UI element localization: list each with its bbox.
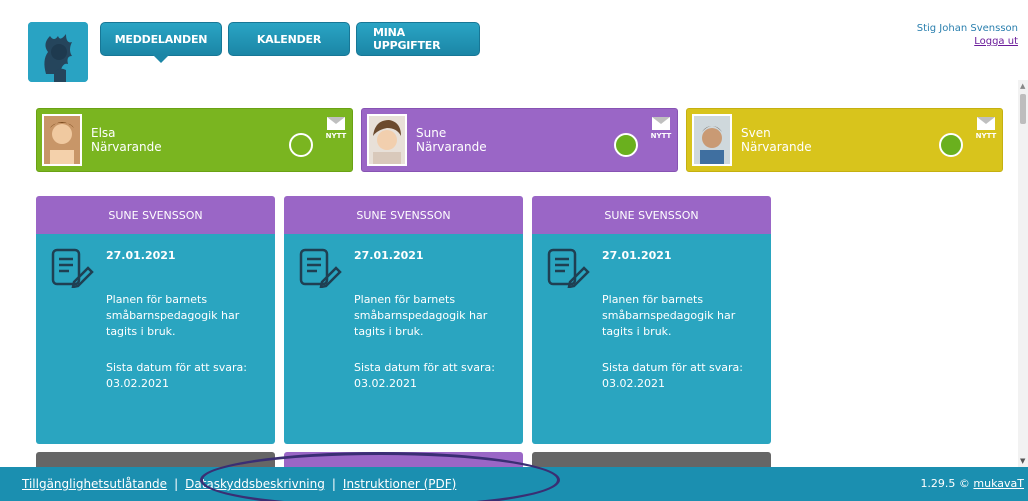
avatar	[42, 114, 82, 166]
document-edit-icon	[299, 248, 342, 288]
card-message: Planen för barnets småbarnspedagogik har…	[354, 293, 488, 338]
envelope-icon	[652, 117, 670, 130]
card-date: 27.01.2021	[354, 249, 424, 262]
message-card[interactable]: SUNE SVENSSON 27.01.2021 Planen för barn…	[36, 196, 275, 444]
new-message-badge[interactable]: NYTT	[321, 117, 351, 140]
version-info: 1.29.5 © mukavaT	[920, 477, 1024, 490]
child-card-elsa[interactable]: Elsa Närvarande NYTT	[36, 108, 353, 172]
card-body: 27.01.2021 Planen för barnets småbarnspe…	[532, 234, 771, 444]
message-cards: SUNE SVENSSON 27.01.2021 Planen för barn…	[36, 196, 771, 444]
child-card-sven[interactable]: Sven Närvarande NYTT	[686, 108, 1003, 172]
card-body: 27.01.2021 Planen för barnets småbarnspe…	[284, 234, 523, 444]
avatar	[692, 114, 732, 166]
children-list: Elsa Närvarande NYTT Sune Närvarande NYT…	[36, 108, 1003, 172]
card-due-date: Sista datum för att svara: 03.02.2021	[354, 361, 495, 390]
envelope-icon	[977, 117, 995, 130]
privacy-policy-link[interactable]: Dataskyddsbeskrivning	[185, 477, 325, 491]
card-message: Planen för barnets småbarnspedagogik har…	[106, 293, 240, 338]
card-message: Planen för barnets småbarnspedagogik har…	[602, 293, 736, 338]
child-name: Sune	[416, 126, 447, 140]
card-sender: SUNE SVENSSON	[36, 196, 275, 234]
document-edit-icon	[51, 248, 94, 288]
new-label: NYTT	[325, 132, 347, 140]
child-info: Elsa Närvarande	[91, 126, 162, 154]
child-info: Sune Närvarande	[416, 126, 487, 154]
presence-indicator	[939, 133, 963, 157]
new-label: NYTT	[650, 132, 672, 140]
child-name: Elsa	[91, 126, 116, 140]
card-body: 27.01.2021 Planen för barnets småbarnspe…	[36, 234, 275, 444]
scroll-down-icon[interactable]: ▼	[1020, 457, 1025, 465]
presence-indicator	[614, 133, 638, 157]
message-card[interactable]: SUNE SVENSSON 27.01.2021 Planen för barn…	[532, 196, 771, 444]
version-text: 1.29.5 ©	[920, 477, 970, 490]
app-logo[interactable]	[28, 22, 88, 82]
separator: |	[174, 477, 179, 491]
child-status: Närvarande	[741, 140, 812, 154]
document-edit-icon	[547, 248, 590, 288]
footer: Tillgänglighetsutlåtande | Dataskyddsbes…	[0, 467, 1028, 501]
brand-link[interactable]: mukavaT	[973, 477, 1024, 490]
accessibility-statement-link[interactable]: Tillgänglighetsutlåtande	[22, 477, 167, 491]
instructions-pdf-link[interactable]: Instruktioner (PDF)	[343, 477, 456, 491]
tab-kalender[interactable]: KALENDER	[228, 22, 350, 56]
scroll-thumb[interactable]	[1020, 94, 1026, 124]
message-card[interactable]: SUNE SVENSSON 27.01.2021 Planen för barn…	[284, 196, 523, 444]
child-status: Närvarande	[91, 140, 162, 154]
envelope-icon	[327, 117, 345, 130]
main-nav: MEDDELANDEN KALENDER MINA UPPGIFTER	[100, 22, 480, 63]
presence-indicator	[289, 133, 313, 157]
card-due-date: Sista datum för att svara: 03.02.2021	[106, 361, 247, 390]
child-name: Sven	[741, 126, 771, 140]
child-card-sune[interactable]: Sune Närvarande NYTT	[361, 108, 678, 172]
user-name: Stig Johan Svensson	[916, 23, 1018, 34]
card-date: 27.01.2021	[602, 249, 672, 262]
scroll-up-icon[interactable]: ▲	[1020, 82, 1025, 90]
separator: |	[331, 477, 336, 491]
tab-meddelanden[interactable]: MEDDELANDEN	[100, 22, 222, 63]
page: MEDDELANDEN KALENDER MINA UPPGIFTER Stig…	[0, 0, 1028, 501]
card-sender: SUNE SVENSSON	[532, 196, 771, 234]
card-date: 27.01.2021	[106, 249, 176, 262]
child-info: Sven Närvarande	[741, 126, 812, 154]
child-status: Närvarande	[416, 140, 487, 154]
card-sender: SUNE SVENSSON	[284, 196, 523, 234]
vertical-scrollbar[interactable]: ▲ ▼	[1018, 80, 1028, 467]
card-due-date: Sista datum för att svara: 03.02.2021	[602, 361, 743, 390]
tab-mina-uppgifter[interactable]: MINA UPPGIFTER	[356, 22, 480, 56]
avatar	[367, 114, 407, 166]
logout-link[interactable]: Logga ut	[974, 36, 1018, 47]
new-message-badge[interactable]: NYTT	[971, 117, 1001, 140]
user-info: Stig Johan Svensson Logga ut	[917, 22, 1018, 48]
new-message-badge[interactable]: NYTT	[646, 117, 676, 140]
new-label: NYTT	[975, 132, 997, 140]
